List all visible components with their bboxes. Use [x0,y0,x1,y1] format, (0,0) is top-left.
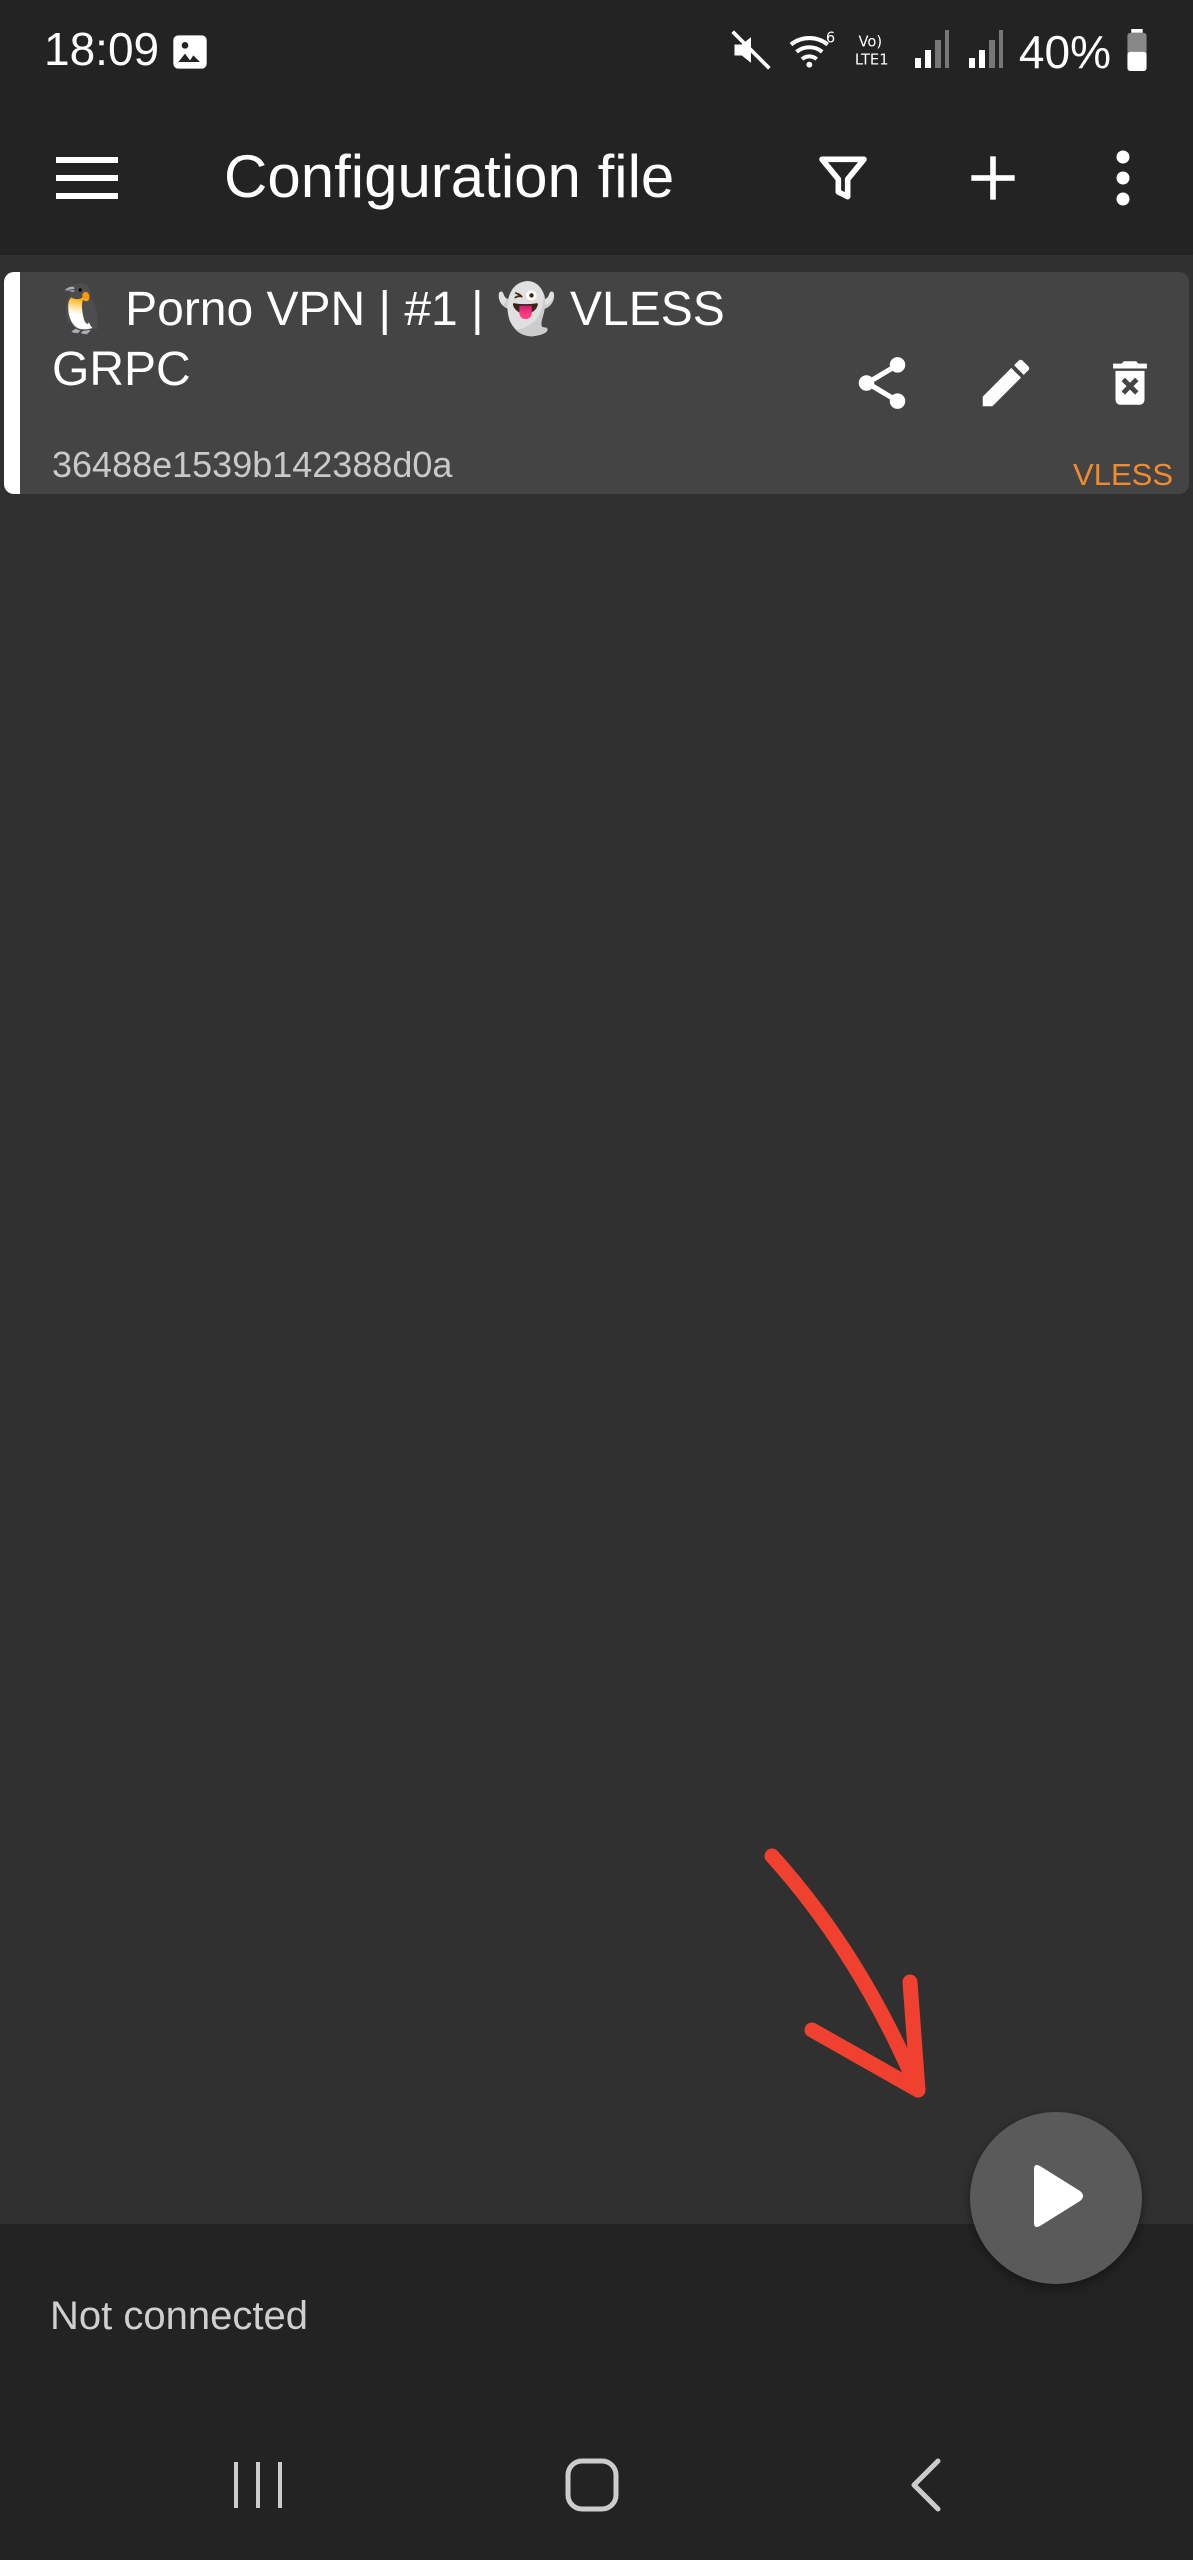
gallery-icon [170,32,210,72]
svg-text:6: 6 [826,29,835,46]
delete-button[interactable] [1085,340,1175,430]
more-options-button[interactable] [1078,135,1168,225]
selected-indicator [4,272,20,494]
server-list-item[interactable]: 🐧 Porno VPN | #1 | 👻 VLESS GRPC 36488e15… [4,272,1189,494]
recents-icon [232,2460,284,2515]
battery-percent: 40% [1018,26,1111,78]
home-icon [565,2458,619,2517]
volte-icon: Vo) LTE1 [853,28,897,77]
delete-icon [1101,352,1159,419]
server-id: 36488e1539b142388d0a [52,444,453,485]
filter-icon [815,149,871,212]
menu-button[interactable] [42,135,132,225]
page-title: Configuration file [224,143,675,210]
status-icons: 6 Vo) LTE1 40% [729,22,1149,82]
plus-icon [967,152,1019,209]
app-toolbar: Configuration file [0,105,1193,255]
signal-icon [911,28,951,77]
add-button[interactable] [948,135,1038,225]
share-button[interactable] [837,340,927,430]
play-icon [1026,2163,1086,2234]
wifi-6-icon: 6 [787,28,839,77]
filter-button[interactable] [798,135,888,225]
protocol-badge: VLESS [1073,457,1173,492]
svg-text:LTE1: LTE1 [855,51,889,68]
back-button[interactable] [866,2442,986,2532]
menu-icon [56,155,118,206]
system-nav-bar [0,2414,1193,2560]
edit-button[interactable] [961,340,1051,430]
battery-icon [1125,28,1149,76]
status-time: 18:09 [44,23,160,75]
connection-status-text: Not connected [50,2294,308,2338]
connect-button[interactable] [970,2112,1142,2284]
edit-icon [975,352,1037,419]
status-bar: 18:09 6 Vo) LTE1 40% [0,0,1193,105]
server-actions [837,340,1175,430]
mute-icon [729,28,773,77]
signal-icon [965,28,1005,77]
more-vert-icon [1113,150,1133,211]
share-icon [851,352,913,419]
server-name: 🐧 Porno VPN | #1 | 👻 VLESS GRPC [52,283,725,396]
svg-text:Vo): Vo) [858,33,882,50]
back-icon [906,2457,946,2518]
home-button[interactable] [532,2442,652,2532]
recents-button[interactable] [198,2442,318,2532]
